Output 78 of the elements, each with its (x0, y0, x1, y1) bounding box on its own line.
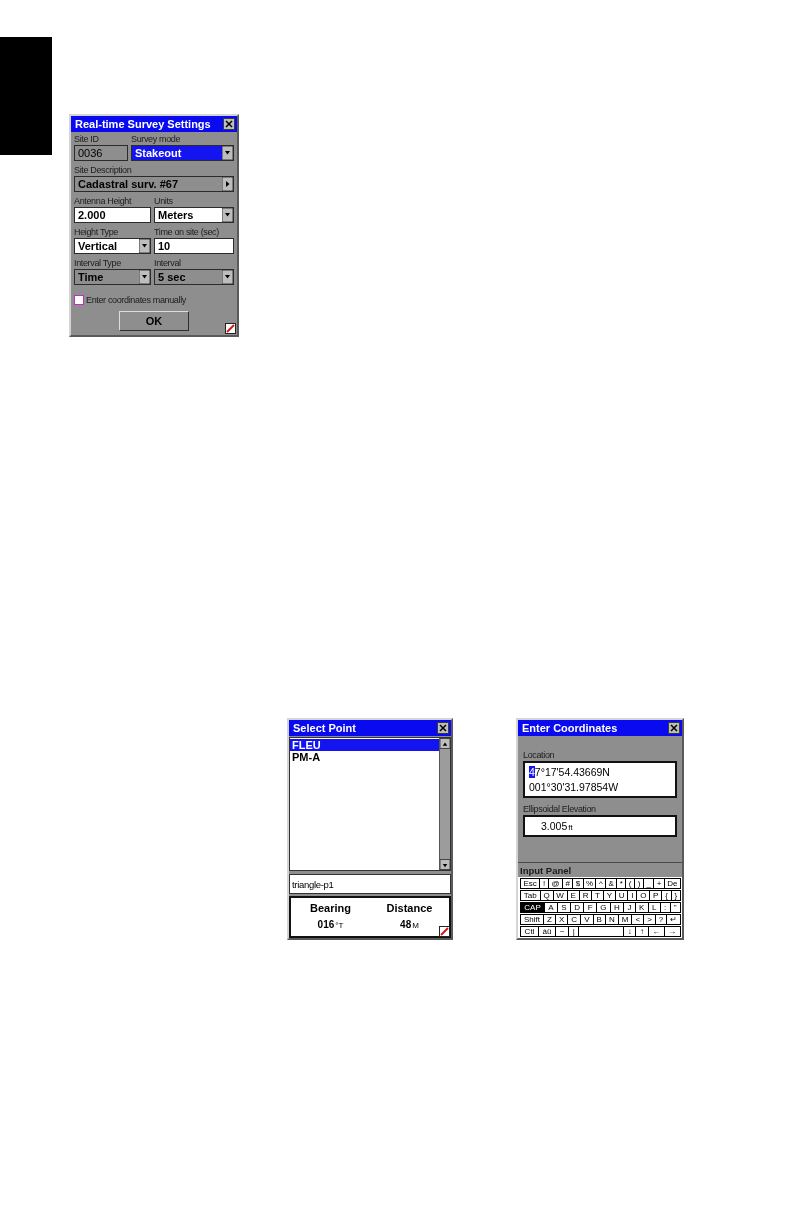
field-label: Site Description (74, 165, 133, 175)
field-label: Units (154, 196, 174, 206)
keyboard-key[interactable]: ↑ (635, 926, 649, 937)
close-button[interactable] (223, 118, 235, 130)
close-button[interactable] (437, 722, 449, 734)
checkbox-label: Enter coordinates manually (86, 295, 186, 305)
keyboard-key[interactable]: G (595, 902, 611, 913)
close-icon (439, 724, 447, 732)
dialog-title: Real-time Survey Settings (75, 117, 211, 131)
field-label: Interval Type (74, 258, 122, 268)
caret-down-icon[interactable] (222, 208, 233, 222)
slash-icon[interactable] (225, 323, 236, 334)
readout-label: Distance (386, 902, 433, 914)
dialog-title: Enter Coordinates (522, 721, 618, 735)
keyboard-key[interactable]: F (583, 902, 597, 913)
input-field[interactable]: 3.005ft (523, 815, 677, 837)
field-label: Height Type (74, 227, 119, 237)
keyboard-key[interactable]: : (659, 902, 671, 913)
keyboard-key[interactable]: W (552, 890, 568, 901)
readout-value: 48 M (400, 919, 419, 932)
dropdown[interactable]: Stakeout (131, 145, 234, 161)
field-label: Interval (154, 258, 182, 268)
input-field[interactable]: 10 (154, 238, 234, 254)
ok-button[interactable]: OK (119, 311, 189, 331)
input-panel-title: Input Panel (518, 862, 682, 877)
keyboard-key[interactable]: K (634, 902, 649, 913)
close-icon (225, 120, 233, 128)
keyboard-key[interactable]: + (653, 878, 665, 889)
keyboard-key[interactable]: Tab (520, 890, 541, 901)
field-label: Site ID (74, 134, 100, 144)
field-label: Survey mode (131, 134, 182, 144)
scrollbar[interactable] (439, 738, 450, 870)
keyboard-key[interactable]: L (647, 902, 661, 913)
space-bar[interactable] (578, 926, 625, 937)
caret-down-icon[interactable] (440, 859, 450, 870)
keyboard-key[interactable]: > (643, 914, 656, 925)
dropdown[interactable]: Vertical (74, 238, 151, 254)
keyboard-key[interactable]: ~ (555, 926, 569, 937)
list-item[interactable]: PM-A (290, 751, 439, 763)
field-label: Antenna Height (74, 196, 133, 206)
field-label: Ellipsoidal Elevation (523, 804, 597, 814)
keyboard-key[interactable]: De (663, 878, 681, 889)
dropdown[interactable]: Meters (154, 207, 234, 223)
keyboard-key[interactable]: B (592, 914, 606, 925)
input-field[interactable]: 2.000 (74, 207, 151, 223)
keyboard-key[interactable]: ← (647, 926, 665, 937)
field-label: Time on site (sec) (154, 227, 220, 237)
keyboard-key[interactable]: } (670, 890, 681, 901)
readout-value: 016°T (317, 919, 344, 932)
keyboard-key[interactable]: N (604, 914, 619, 925)
keyboard-key[interactable]: T (591, 890, 604, 901)
keyboard-key[interactable]: Z (543, 914, 556, 925)
keyboard-key[interactable]: " (669, 902, 681, 913)
caret-up-icon[interactable] (440, 738, 450, 749)
caret-down-icon[interactable] (222, 146, 233, 160)
field-label: Location (523, 750, 556, 760)
keyboard-key[interactable]: Shift (520, 914, 545, 925)
keyboard-key[interactable]: S (557, 902, 571, 913)
list-item[interactable]: FLEU (290, 739, 439, 751)
input-field[interactable]: triangle-p1 (289, 874, 451, 894)
keyboard-key[interactable]: → (663, 926, 681, 937)
close-button[interactable] (668, 722, 680, 734)
readout-label: Bearing (310, 902, 351, 914)
keyboard-key[interactable]: V (580, 914, 594, 925)
close-icon (670, 724, 678, 732)
keyboard-key[interactable]: $ (572, 878, 584, 889)
keyboard-key[interactable]: Y (602, 890, 616, 901)
dialog-title: Select Point (293, 721, 356, 735)
keyboard-key[interactable]: Q (539, 890, 554, 901)
coordinate-text: 001°30'31.97854W (529, 781, 619, 793)
slash-icon[interactable] (439, 926, 450, 937)
keyboard-key[interactable]: ↵ (666, 914, 682, 925)
checkbox[interactable] (74, 295, 84, 305)
keyboard-key[interactable]: E (566, 890, 580, 901)
keyboard-key[interactable]: CAP (520, 902, 546, 913)
caret-down-icon[interactable] (139, 239, 150, 253)
keyboard-key[interactable]: J (623, 902, 636, 913)
keyboard-key[interactable]: { (661, 890, 672, 901)
